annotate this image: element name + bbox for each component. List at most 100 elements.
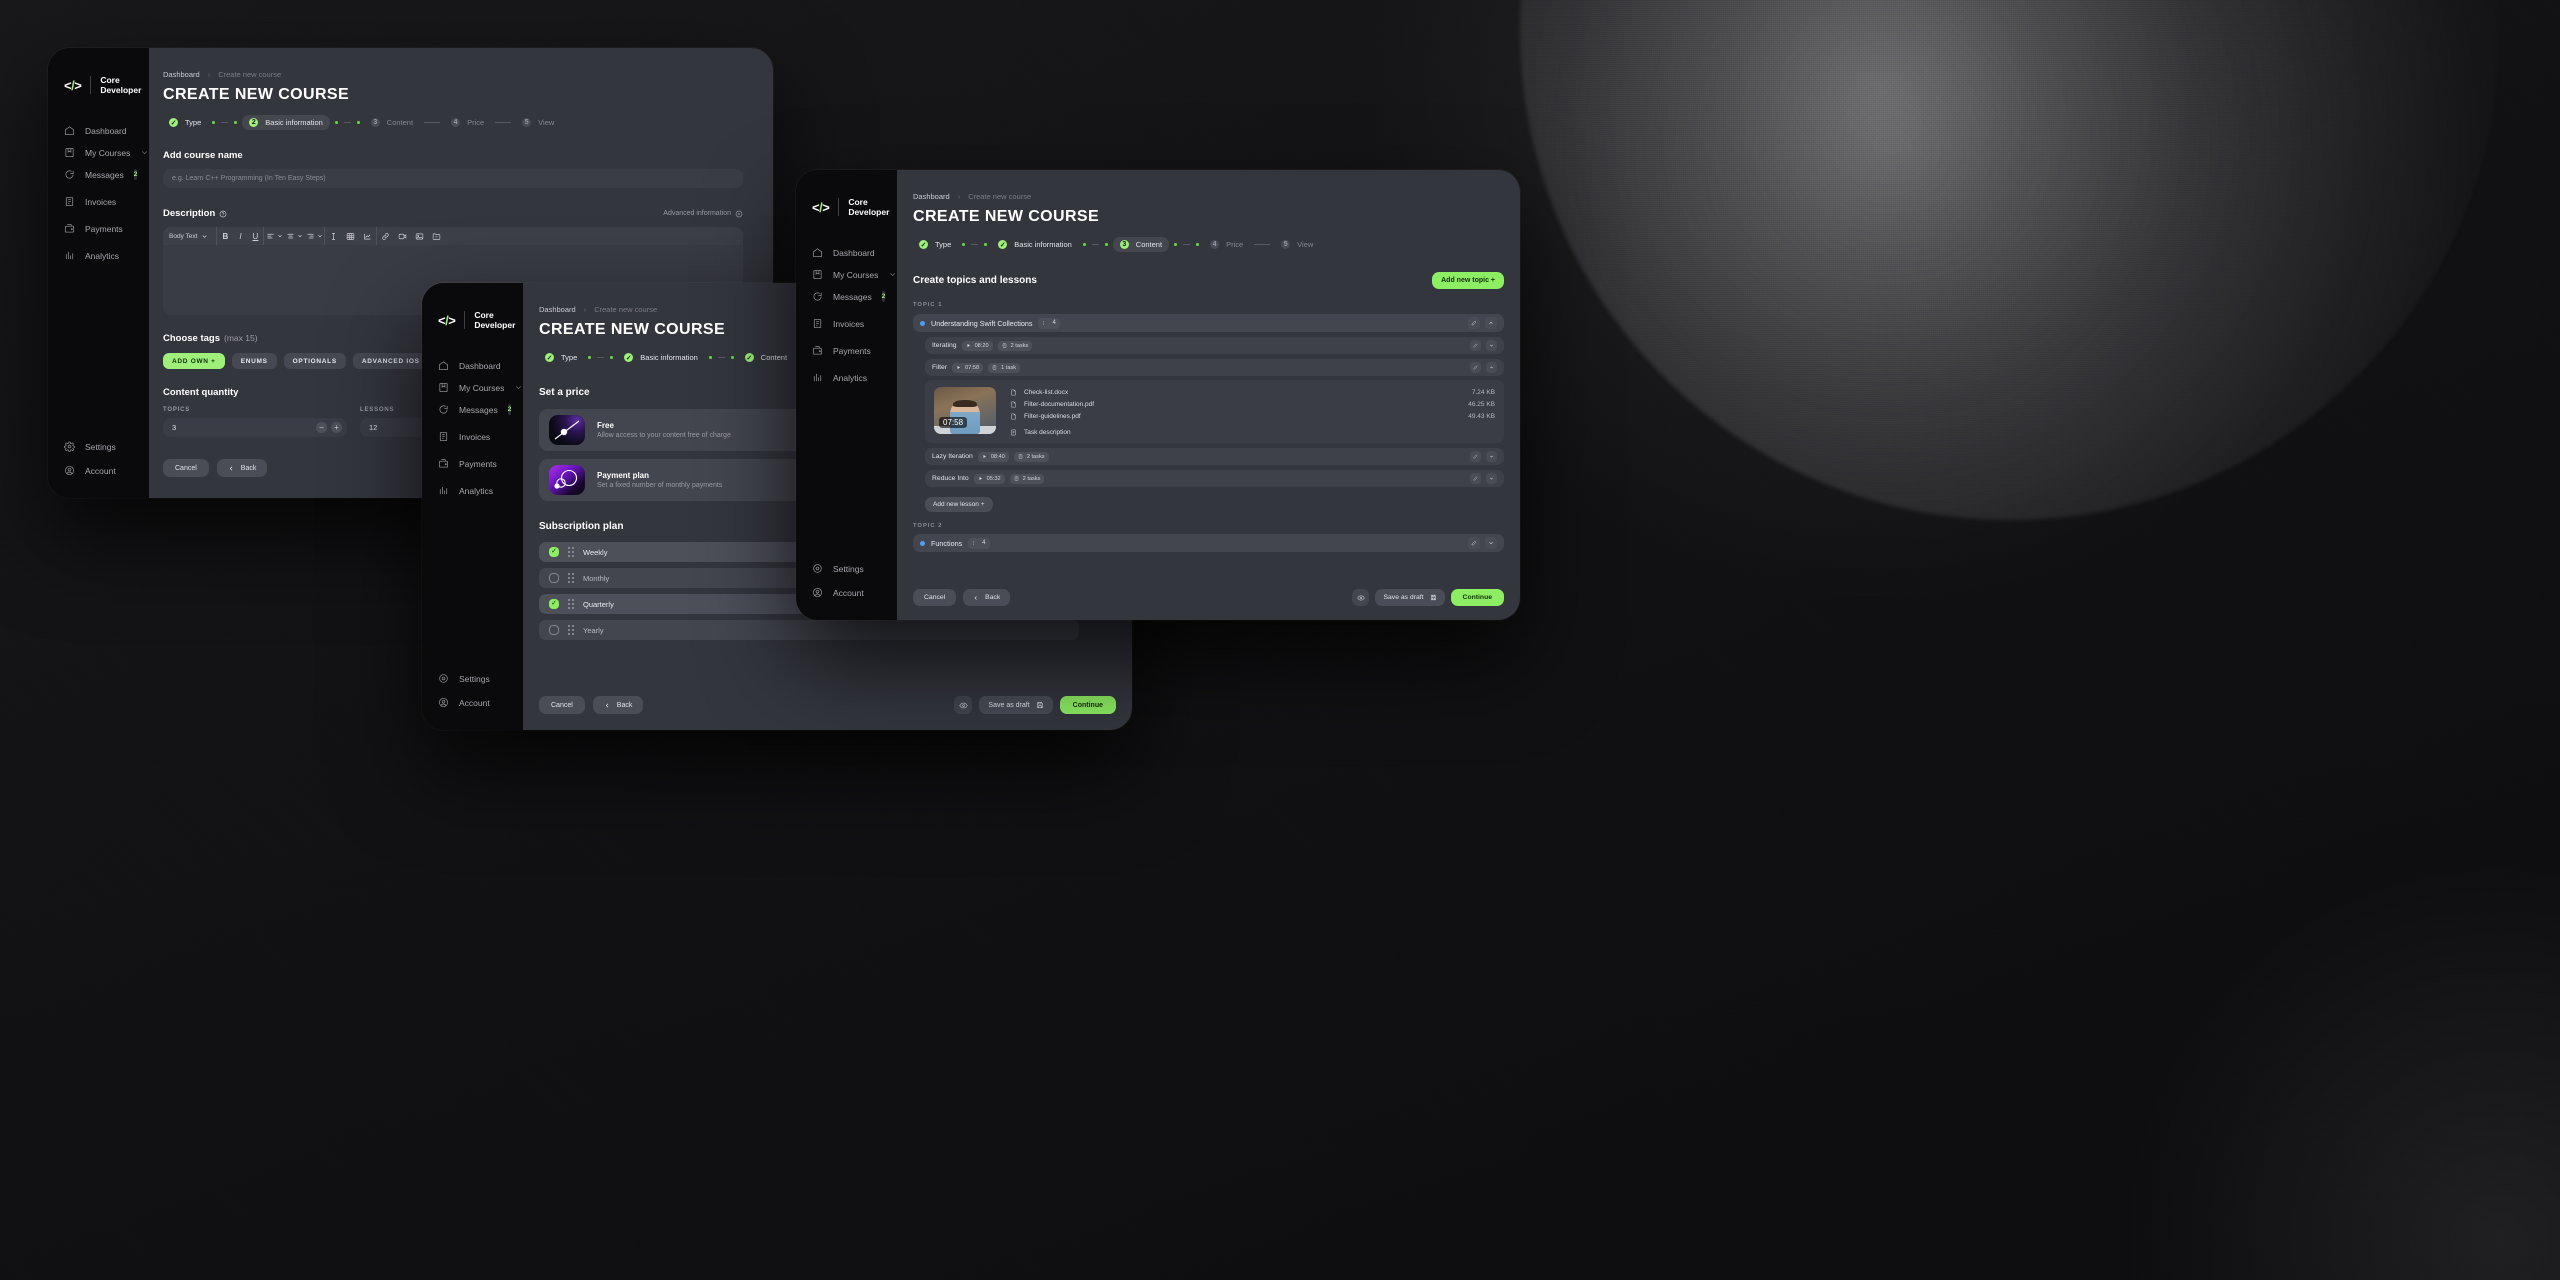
step-basic-information[interactable]: ✓ Basic information bbox=[618, 350, 704, 365]
drag-handle-icon[interactable] bbox=[568, 547, 574, 557]
sidebar-item-dashboard[interactable]: Dashboard bbox=[64, 125, 137, 136]
topics-stepper[interactable]: 3 − + bbox=[163, 418, 347, 437]
preview-button[interactable] bbox=[954, 696, 972, 714]
sidebar-item-messages[interactable]: Messages 2 bbox=[64, 169, 137, 180]
back-button[interactable]: Back bbox=[217, 459, 268, 477]
sidebar-item-messages[interactable]: Messages 2 bbox=[438, 404, 511, 415]
link-icon[interactable] bbox=[377, 232, 394, 241]
file-row[interactable]: Filter-documentation.pdf 46.25 KB bbox=[1010, 401, 1495, 408]
sidebar-item-account[interactable]: Account bbox=[64, 465, 137, 476]
table-icon[interactable] bbox=[342, 232, 359, 241]
plan-checkbox[interactable] bbox=[549, 625, 559, 635]
cancel-button[interactable]: Cancel bbox=[163, 459, 209, 477]
edit-icon[interactable] bbox=[1470, 473, 1481, 484]
sidebar-item-invoices[interactable]: Invoices bbox=[438, 431, 511, 442]
expand-icon[interactable] bbox=[1485, 537, 1497, 549]
sidebar-item-account[interactable]: Account bbox=[812, 587, 885, 598]
step-price[interactable]: 4 Price bbox=[445, 115, 490, 130]
edit-icon[interactable] bbox=[1470, 340, 1481, 351]
expand-icon[interactable] bbox=[1486, 473, 1497, 484]
sidebar-item-analytics[interactable]: Analytics bbox=[64, 250, 137, 261]
cancel-button[interactable]: Cancel bbox=[539, 696, 585, 714]
step-type[interactable]: ✓ Type bbox=[163, 115, 207, 130]
description-toolbar[interactable]: Body Text B I U bbox=[163, 227, 743, 245]
plan-checkbox[interactable] bbox=[549, 573, 559, 583]
sidebar-item-dashboard[interactable]: Dashboard bbox=[438, 360, 511, 371]
file-row[interactable]: Check-list.docx 7.24 KB bbox=[1010, 389, 1495, 396]
step-view[interactable]: 5 View bbox=[516, 115, 560, 130]
chart-icon[interactable] bbox=[359, 232, 376, 241]
drag-handle-icon[interactable] bbox=[568, 599, 574, 609]
image-icon[interactable] bbox=[411, 232, 428, 241]
tag-enums[interactable]: ENUMS bbox=[232, 353, 277, 369]
align-left-icon[interactable] bbox=[264, 232, 284, 241]
course-name-input[interactable]: e.g. Learn C++ Programming (In Ten Easy … bbox=[163, 169, 743, 188]
sidebar-item-invoices[interactable]: Invoices bbox=[64, 196, 137, 207]
plan-row-yearly[interactable]: Yearly bbox=[539, 620, 1079, 640]
save-as-draft-button[interactable]: Save as draft bbox=[979, 696, 1052, 714]
lesson-row-iterating[interactable]: Iterating 08:20 2 tasks bbox=[925, 337, 1504, 354]
continue-button[interactable]: Continue bbox=[1451, 589, 1504, 606]
text-style-select[interactable]: Body Text bbox=[169, 233, 216, 240]
plan-checkbox[interactable]: ✓ bbox=[549, 547, 559, 557]
attachment-icon[interactable] bbox=[428, 232, 445, 241]
help-icon[interactable] bbox=[219, 210, 227, 218]
add-new-lesson-button[interactable]: Add new lesson + bbox=[925, 497, 993, 512]
breadcrumb-root[interactable]: Dashboard bbox=[913, 192, 950, 201]
italic-icon[interactable]: I bbox=[233, 232, 247, 241]
sidebar-item-my-courses[interactable]: My Courses bbox=[438, 382, 511, 393]
sidebar-item-payments[interactable]: Payments bbox=[812, 345, 885, 356]
sidebar-item-my-courses[interactable]: My Courses bbox=[64, 147, 137, 158]
edit-icon[interactable] bbox=[1470, 362, 1481, 373]
sidebar-item-invoices[interactable]: Invoices bbox=[812, 318, 885, 329]
step-type[interactable]: ✓ Type bbox=[539, 350, 583, 365]
drag-handle-icon[interactable] bbox=[568, 573, 574, 583]
add-new-topic-button[interactable]: Add new topic + bbox=[1432, 272, 1504, 289]
advanced-information-toggle[interactable]: Advanced information bbox=[663, 210, 743, 218]
drag-handle-icon[interactable] bbox=[568, 625, 574, 635]
sidebar-item-messages[interactable]: Messages 2 bbox=[812, 291, 885, 302]
sidebar-item-dashboard[interactable]: Dashboard bbox=[812, 247, 885, 258]
lesson-row-lazy-iteration[interactable]: Lazy Iteration 08:40 2 tasks bbox=[925, 448, 1504, 465]
tag-advanced-ios[interactable]: ADVANCED IOS bbox=[353, 353, 429, 369]
align-right-icon[interactable] bbox=[304, 232, 324, 241]
underline-icon[interactable]: U bbox=[247, 232, 263, 241]
edit-icon[interactable] bbox=[1468, 537, 1480, 549]
step-view[interactable]: 5 View bbox=[1275, 237, 1319, 252]
window-content-topics[interactable]: </> Core Developer Dashboard My Courses … bbox=[796, 170, 1520, 620]
sidebar-item-payments[interactable]: Payments bbox=[438, 458, 511, 469]
video-icon[interactable] bbox=[394, 232, 411, 241]
lesson-row-filter[interactable]: Filter 07:58 1 task bbox=[925, 359, 1504, 376]
preview-button[interactable] bbox=[1352, 589, 1369, 606]
plan-checkbox[interactable]: ✓ bbox=[549, 599, 559, 609]
text-color-icon[interactable] bbox=[325, 232, 342, 241]
lesson-row-reduce-into[interactable]: Reduce Into 05:32 2 tasks bbox=[925, 470, 1504, 487]
step-type[interactable]: ✓ Type bbox=[913, 237, 957, 252]
sidebar-item-analytics[interactable]: Analytics bbox=[812, 372, 885, 383]
step-basic-information[interactable]: 2 Basic information bbox=[242, 115, 330, 130]
expand-icon[interactable] bbox=[1486, 451, 1497, 462]
sidebar-item-analytics[interactable]: Analytics bbox=[438, 485, 511, 496]
chevron-down-icon[interactable] bbox=[514, 383, 523, 392]
tag-optionals[interactable]: OPTIONALS bbox=[284, 353, 346, 369]
continue-button[interactable]: Continue bbox=[1060, 696, 1116, 714]
step-content[interactable]: ✓ Content bbox=[739, 350, 793, 365]
topic-1-row[interactable]: Understanding Swift Collections 4 bbox=[913, 314, 1504, 332]
topic-2-row[interactable]: Functions 4 bbox=[913, 534, 1504, 552]
cancel-button[interactable]: Cancel bbox=[913, 589, 956, 606]
topics-increment-button[interactable]: + bbox=[331, 422, 342, 433]
step-content[interactable]: 3 Content bbox=[365, 115, 419, 130]
back-button[interactable]: Back bbox=[963, 589, 1010, 606]
step-price[interactable]: 4 Price bbox=[1204, 237, 1249, 252]
expand-icon[interactable] bbox=[1486, 340, 1497, 351]
step-content[interactable]: 3 Content bbox=[1113, 237, 1169, 252]
sidebar-item-settings[interactable]: Settings bbox=[438, 673, 511, 684]
tag-add-own[interactable]: ADD OWN + bbox=[163, 353, 225, 369]
save-as-draft-button[interactable]: Save as draft bbox=[1375, 589, 1444, 606]
edit-icon[interactable] bbox=[1468, 317, 1480, 329]
step-basic-information[interactable]: ✓ Basic information bbox=[992, 237, 1078, 252]
breadcrumb-root[interactable]: Dashboard bbox=[163, 70, 200, 79]
sidebar-item-settings[interactable]: Settings bbox=[64, 441, 137, 452]
collapse-icon[interactable] bbox=[1485, 317, 1497, 329]
sidebar-item-account[interactable]: Account bbox=[438, 697, 511, 708]
